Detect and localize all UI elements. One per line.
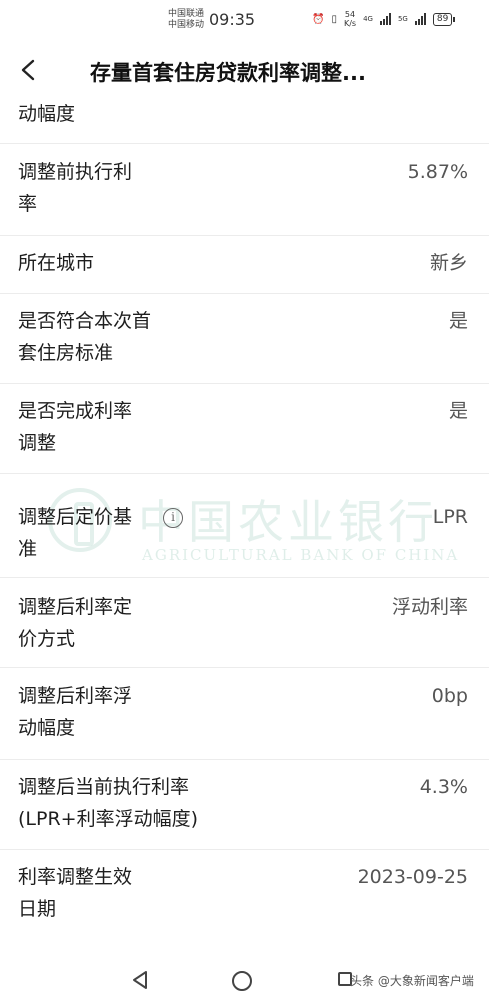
list-item: 调整后利率浮 动幅度 0bp — [0, 668, 489, 760]
carrier-2: 中国移动 — [168, 20, 205, 30]
nav-home-icon[interactable] — [232, 971, 252, 991]
chevron-left-icon — [21, 59, 35, 81]
row-label: 调整前执行利 率 — [18, 161, 133, 215]
row-label: 动幅度 — [18, 103, 76, 125]
list-item: 所在城市 新乡 — [0, 236, 489, 294]
nav-back-icon[interactable] — [131, 970, 149, 990]
status-time: 09:35 — [209, 10, 256, 29]
page-header: 存量首套住房贷款利率调整... — [0, 44, 489, 96]
row-label: 调整后定价基 准 — [18, 506, 133, 560]
net-speed: 54 K/s — [344, 10, 356, 28]
battery-icon: 89 — [432, 12, 456, 26]
info-icon[interactable]: i — [163, 508, 183, 528]
battery-level: 89 — [432, 12, 453, 26]
signal-icon — [379, 13, 391, 25]
net-type-2: 5G — [397, 15, 408, 23]
back-button[interactable] — [14, 55, 42, 85]
row-value: 0bp — [431, 685, 468, 707]
signal-icon-2 — [414, 13, 426, 25]
net-type-1: 4G — [363, 15, 373, 23]
row-label: 是否完成利率 调整 — [18, 400, 133, 454]
row-value: 浮动利率 — [391, 596, 468, 618]
detail-list: 动幅度 调整前执行利 率 5.87% 所在城市 新乡 是否符合本次首 套住房标准… — [0, 96, 489, 940]
row-value: LPR — [432, 506, 468, 528]
row-label: 所在城市 — [18, 252, 95, 274]
status-bar: 中国联通 中国移动 09:35 ⏰ ▯ 54 K/s 4G 5G 89 — [0, 0, 489, 44]
list-item: 调整后利率定 价方式 浮动利率 — [0, 578, 489, 668]
list-item: 利率调整生效 日期 2023-09-25 — [0, 850, 489, 940]
list-item: 调整前执行利 率 5.87% — [0, 144, 489, 236]
page-title: 存量首套住房贷款利率调整... — [90, 61, 366, 85]
status-indicators: ⏰ ▯ 54 K/s 4G 5G 89 — [312, 10, 456, 28]
row-label: 调整后利率浮 动幅度 — [18, 685, 133, 739]
row-value: 新乡 — [429, 252, 468, 274]
list-item: 调整后定价基 准 i LPR — [0, 474, 489, 578]
row-label: 调整后利率定 价方式 — [18, 596, 133, 650]
row-label: 利率调整生效 日期 — [18, 866, 133, 920]
source-credit: 头条 @大象新闻客户端 — [350, 974, 474, 988]
row-value: 是 — [448, 400, 468, 422]
net-speed-value: 54 — [344, 10, 356, 19]
vibrate-icon: ▯ — [331, 13, 337, 25]
alarm-icon: ⏰ — [312, 13, 325, 25]
row-value: 5.87% — [407, 161, 468, 183]
carrier-names: 中国联通 中国移动 — [168, 9, 204, 31]
row-label: 是否符合本次首 套住房标准 — [18, 310, 152, 364]
carrier-1: 中国联通 — [168, 9, 205, 19]
system-nav-bar: 头条 @大象新闻客户端 — [0, 958, 489, 1000]
row-value: 是 — [448, 310, 468, 332]
net-speed-unit: K/s — [343, 19, 357, 28]
row-label: 调整后当前执行利率 (LPR+利率浮动幅度) — [18, 776, 198, 830]
row-value: 4.3% — [419, 776, 468, 798]
list-item: 动幅度 — [0, 96, 489, 144]
list-item: 是否完成利率 调整 是 — [0, 384, 489, 474]
list-item: 调整后当前执行利率 (LPR+利率浮动幅度) 4.3% — [0, 760, 489, 850]
list-item: 是否符合本次首 套住房标准 是 — [0, 294, 489, 384]
row-value: 2023-09-25 — [357, 866, 468, 888]
